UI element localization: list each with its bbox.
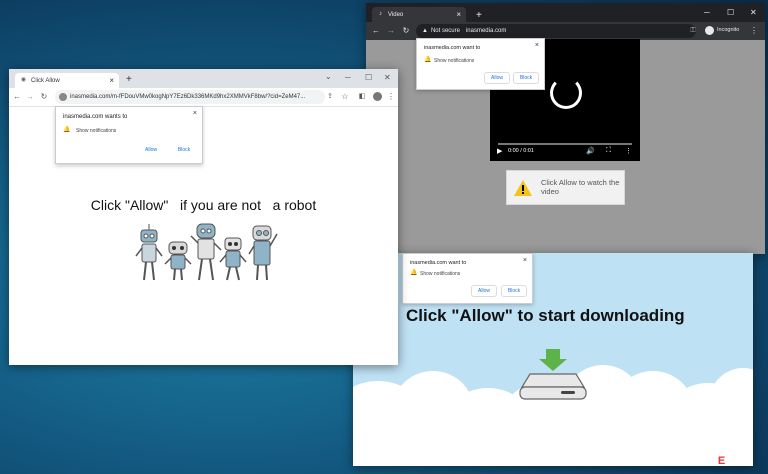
share-icon[interactable]: ⇪ bbox=[325, 92, 335, 102]
popup-close-icon[interactable]: × bbox=[193, 110, 197, 117]
bookmark-star-icon[interactable]: ☆ bbox=[340, 92, 350, 102]
minimize-icon[interactable]: ─ bbox=[345, 73, 351, 83]
url-text: inasmedia.com/m-fFDouVMw0kogNpY7Ez6Dk336… bbox=[70, 94, 306, 100]
close-window-icon[interactable]: ✕ bbox=[384, 73, 391, 83]
warning-icon: ▲ bbox=[422, 28, 428, 34]
block-button[interactable]: Block bbox=[513, 72, 539, 84]
robot-browser-window: ◉ Click Allow × + ⌄ ─ ☐ ✕ ← → ↻ inasmedi… bbox=[9, 69, 398, 365]
globe-icon: ◉ bbox=[20, 77, 27, 83]
warning-box: Click Allow to watch the video bbox=[506, 170, 625, 205]
incognito-label: Incognito bbox=[717, 27, 740, 33]
more-options-icon[interactable]: ⋮ bbox=[625, 147, 632, 155]
robot-icon bbox=[219, 237, 247, 281]
robot-icon bbox=[164, 241, 192, 281]
lock-icon bbox=[59, 93, 67, 101]
tab-video[interactable]: ♪ Video × bbox=[372, 7, 466, 22]
key-icon[interactable]: ⚿ bbox=[688, 26, 698, 36]
progress-bar[interactable] bbox=[498, 143, 632, 145]
popup-close-icon[interactable]: × bbox=[523, 257, 527, 264]
url-text: inasmedia.com bbox=[465, 28, 507, 34]
volume-icon[interactable]: 🔊 bbox=[586, 147, 595, 155]
popup-title: inasmedia.com want to bbox=[424, 45, 481, 51]
robot-icon bbox=[248, 225, 278, 281]
back-icon[interactable]: ← bbox=[371, 26, 381, 36]
bell-icon: 🔔 bbox=[63, 127, 71, 133]
new-tab-icon[interactable]: + bbox=[126, 75, 132, 85]
close-tab-icon[interactable]: × bbox=[456, 7, 461, 22]
download-drive-icon bbox=[519, 349, 587, 400]
forward-icon[interactable]: → bbox=[25, 92, 35, 102]
popup-close-icon[interactable]: × bbox=[535, 42, 539, 49]
address-bar[interactable]: ▲ Not secure inasmedia.com bbox=[416, 24, 696, 38]
tab-click-allow[interactable]: ◉ Click Allow × bbox=[15, 73, 119, 88]
allow-button[interactable]: Allow bbox=[136, 144, 166, 156]
close-window-icon[interactable]: ✕ bbox=[750, 8, 757, 18]
minimize-icon[interactable]: ─ bbox=[704, 8, 710, 18]
notification-popup: inasmedia.com want to × 🔔 Show notificat… bbox=[416, 38, 545, 90]
bell-icon: 🔔 bbox=[424, 57, 432, 63]
show-notifications-label: Show notifications bbox=[434, 58, 475, 64]
tab-title: Video bbox=[388, 11, 404, 18]
back-icon[interactable]: ← bbox=[12, 92, 22, 102]
reload-icon[interactable]: ↻ bbox=[401, 26, 411, 36]
video-time: 0:00 / 0:01 bbox=[508, 148, 534, 154]
notification-popup: inasmedia.com want to × 🔔 Show notificat… bbox=[402, 253, 533, 304]
tab-title: Click Allow bbox=[31, 77, 60, 84]
alert-icon bbox=[514, 180, 532, 196]
fullscreen-icon[interactable]: ⛶ bbox=[606, 147, 611, 155]
download-browser-window: Click "Allow" to start downloading inasm… bbox=[353, 253, 753, 466]
new-tab-icon[interactable]: + bbox=[476, 11, 482, 21]
page-heading: Click "Allow" to start downloading bbox=[406, 306, 685, 325]
watermark-brand: SPYWAR bbox=[668, 455, 718, 467]
not-secure-label: Not secure bbox=[430, 28, 460, 34]
watermark-suffix: E bbox=[717, 455, 726, 467]
block-button[interactable]: Block bbox=[501, 285, 527, 297]
video-favicon-icon: ♪ bbox=[379, 11, 382, 17]
tab-bar: ◉ Click Allow × + ⌄ ─ ☐ ✕ bbox=[9, 69, 398, 88]
robots-illustration bbox=[135, 223, 278, 281]
incognito-icon[interactable] bbox=[705, 26, 714, 35]
reload-icon[interactable]: ↻ bbox=[39, 92, 49, 102]
chevron-down-icon[interactable]: ⌄ bbox=[325, 72, 332, 82]
robot-icon bbox=[190, 223, 222, 281]
maximize-icon[interactable]: ☐ bbox=[365, 73, 372, 83]
show-notifications-label: Show notifications bbox=[76, 128, 117, 134]
menu-icon[interactable]: ⋮ bbox=[749, 26, 759, 36]
reading-list-icon[interactable]: ◧ bbox=[357, 92, 367, 102]
toolbar: ← → ↻ inasmedia.com/m-fFDouVMw0kogNpY7Ez… bbox=[9, 88, 398, 107]
warning-text: Click Allow to watch the video bbox=[541, 178, 620, 196]
bell-icon: 🔔 bbox=[410, 270, 418, 276]
maximize-icon[interactable]: ☐ bbox=[727, 8, 734, 18]
desktop-background: { "colors": { "chrome_light_tabbar": "#d… bbox=[0, 0, 768, 474]
show-notifications-label: Show notifications bbox=[420, 271, 461, 277]
menu-icon[interactable]: ⋮ bbox=[386, 92, 396, 102]
popup-title: inasmedia.com want to bbox=[410, 260, 467, 266]
popup-title: inasmedia.com wants to bbox=[63, 114, 128, 120]
robot-icon bbox=[135, 224, 163, 281]
profile-avatar-icon[interactable] bbox=[373, 92, 382, 101]
close-tab-icon[interactable]: × bbox=[109, 73, 114, 88]
page-heading: Click "Allow" if you are not a robot bbox=[90, 197, 317, 213]
play-icon[interactable]: ▶ bbox=[497, 147, 502, 155]
notification-popup: inasmedia.com wants to × 🔔 Show notifica… bbox=[55, 106, 203, 164]
allow-button[interactable]: Allow bbox=[484, 72, 510, 84]
forward-icon[interactable]: → bbox=[386, 26, 396, 36]
address-bar[interactable]: inasmedia.com/m-fFDouVMw0kogNpY7Ez6Dk336… bbox=[55, 90, 325, 104]
tab-bar: ♪ Video × + ─ ☐ ✕ bbox=[366, 3, 765, 22]
video-browser-window: ♪ Video × + ─ ☐ ✕ ← → ↻ ▲ Not secure ina… bbox=[366, 3, 765, 254]
block-button[interactable]: Block bbox=[170, 144, 198, 156]
loading-spinner-icon bbox=[550, 77, 582, 109]
allow-button[interactable]: Allow bbox=[471, 285, 497, 297]
watermark-logo: 2SPYWARE bbox=[662, 455, 726, 467]
